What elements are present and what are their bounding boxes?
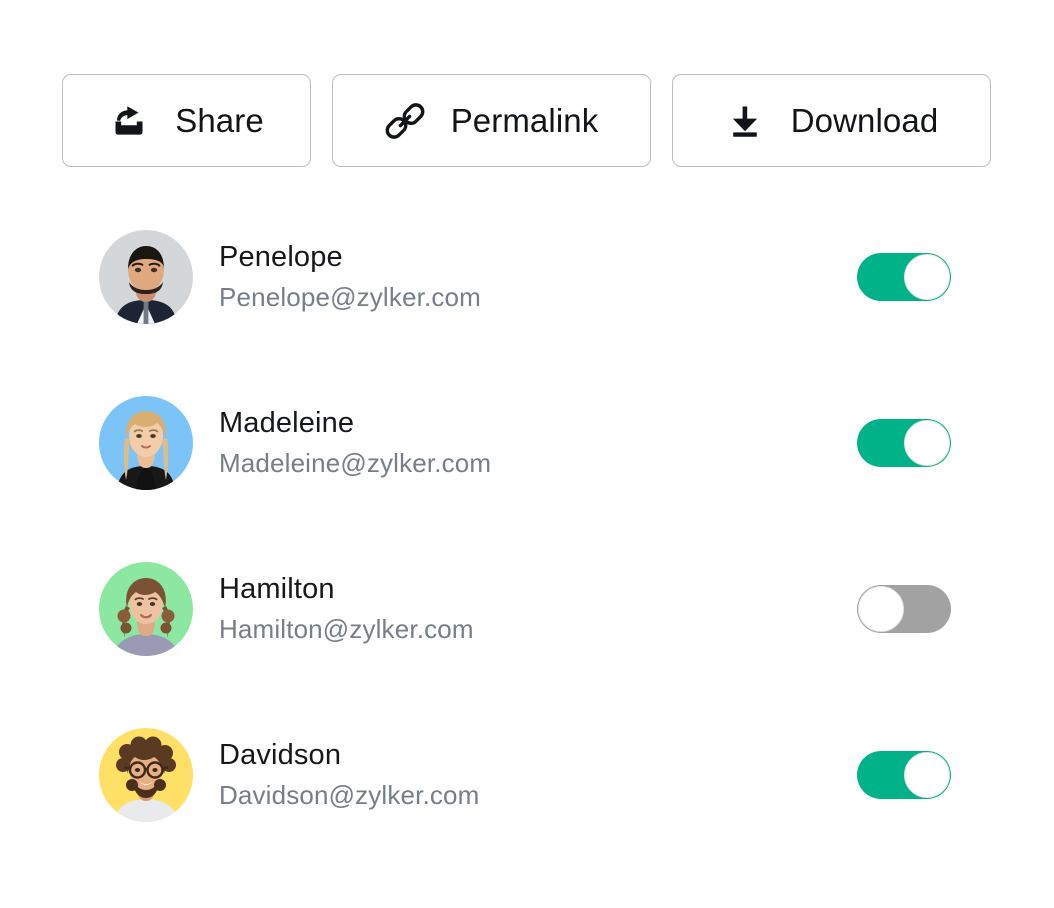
user-info: Davidson Davidson@zylker.com	[219, 739, 479, 811]
toggle-knob	[904, 254, 950, 300]
user-toggle[interactable]	[857, 419, 951, 467]
link-chain-icon	[385, 101, 425, 141]
user-toggle[interactable]	[857, 751, 951, 799]
permalink-button[interactable]: Permalink	[332, 74, 651, 167]
toggle-knob	[904, 752, 950, 798]
share-button[interactable]: Share	[62, 74, 311, 167]
list-item[interactable]: Penelope Penelope@zylker.com	[0, 194, 1054, 360]
page-root: Share Permalink Download Penelope Penelo…	[0, 0, 1054, 908]
user-info: Hamilton Hamilton@zylker.com	[219, 573, 474, 645]
share-button-label: Share	[175, 102, 264, 139]
download-button[interactable]: Download	[672, 74, 991, 167]
user-name: Hamilton	[219, 573, 335, 606]
permalink-button-label: Permalink	[450, 102, 599, 139]
action-toolbar: Share Permalink Download	[62, 74, 991, 167]
avatar	[99, 562, 193, 656]
user-list: Penelope Penelope@zylker.com Madeleine M…	[0, 194, 1054, 858]
avatar	[99, 396, 193, 490]
user-email: Davidson@zylker.com	[219, 780, 480, 811]
user-name: Penelope	[219, 241, 343, 274]
user-toggle[interactable]	[857, 585, 951, 633]
user-email: Penelope@zylker.com	[219, 282, 481, 313]
toggle-knob	[858, 586, 904, 632]
user-info: Penelope Penelope@zylker.com	[219, 241, 481, 313]
list-item[interactable]: Hamilton Hamilton@zylker.com	[0, 526, 1054, 692]
download-arrow-icon	[725, 101, 765, 141]
list-item[interactable]: Davidson Davidson@zylker.com	[0, 692, 1054, 858]
user-email: Hamilton@zylker.com	[219, 614, 474, 645]
toggle-knob	[904, 420, 950, 466]
list-item[interactable]: Madeleine Madeleine@zylker.com	[0, 360, 1054, 526]
share-box-icon	[109, 101, 149, 141]
avatar	[99, 728, 193, 822]
user-name: Madeleine	[219, 407, 355, 440]
user-email: Madeleine@zylker.com	[219, 448, 492, 479]
user-info: Madeleine Madeleine@zylker.com	[219, 407, 491, 479]
avatar	[99, 230, 193, 324]
user-name: Davidson	[219, 739, 342, 772]
download-button-label: Download	[790, 102, 939, 139]
user-toggle[interactable]	[857, 253, 951, 301]
